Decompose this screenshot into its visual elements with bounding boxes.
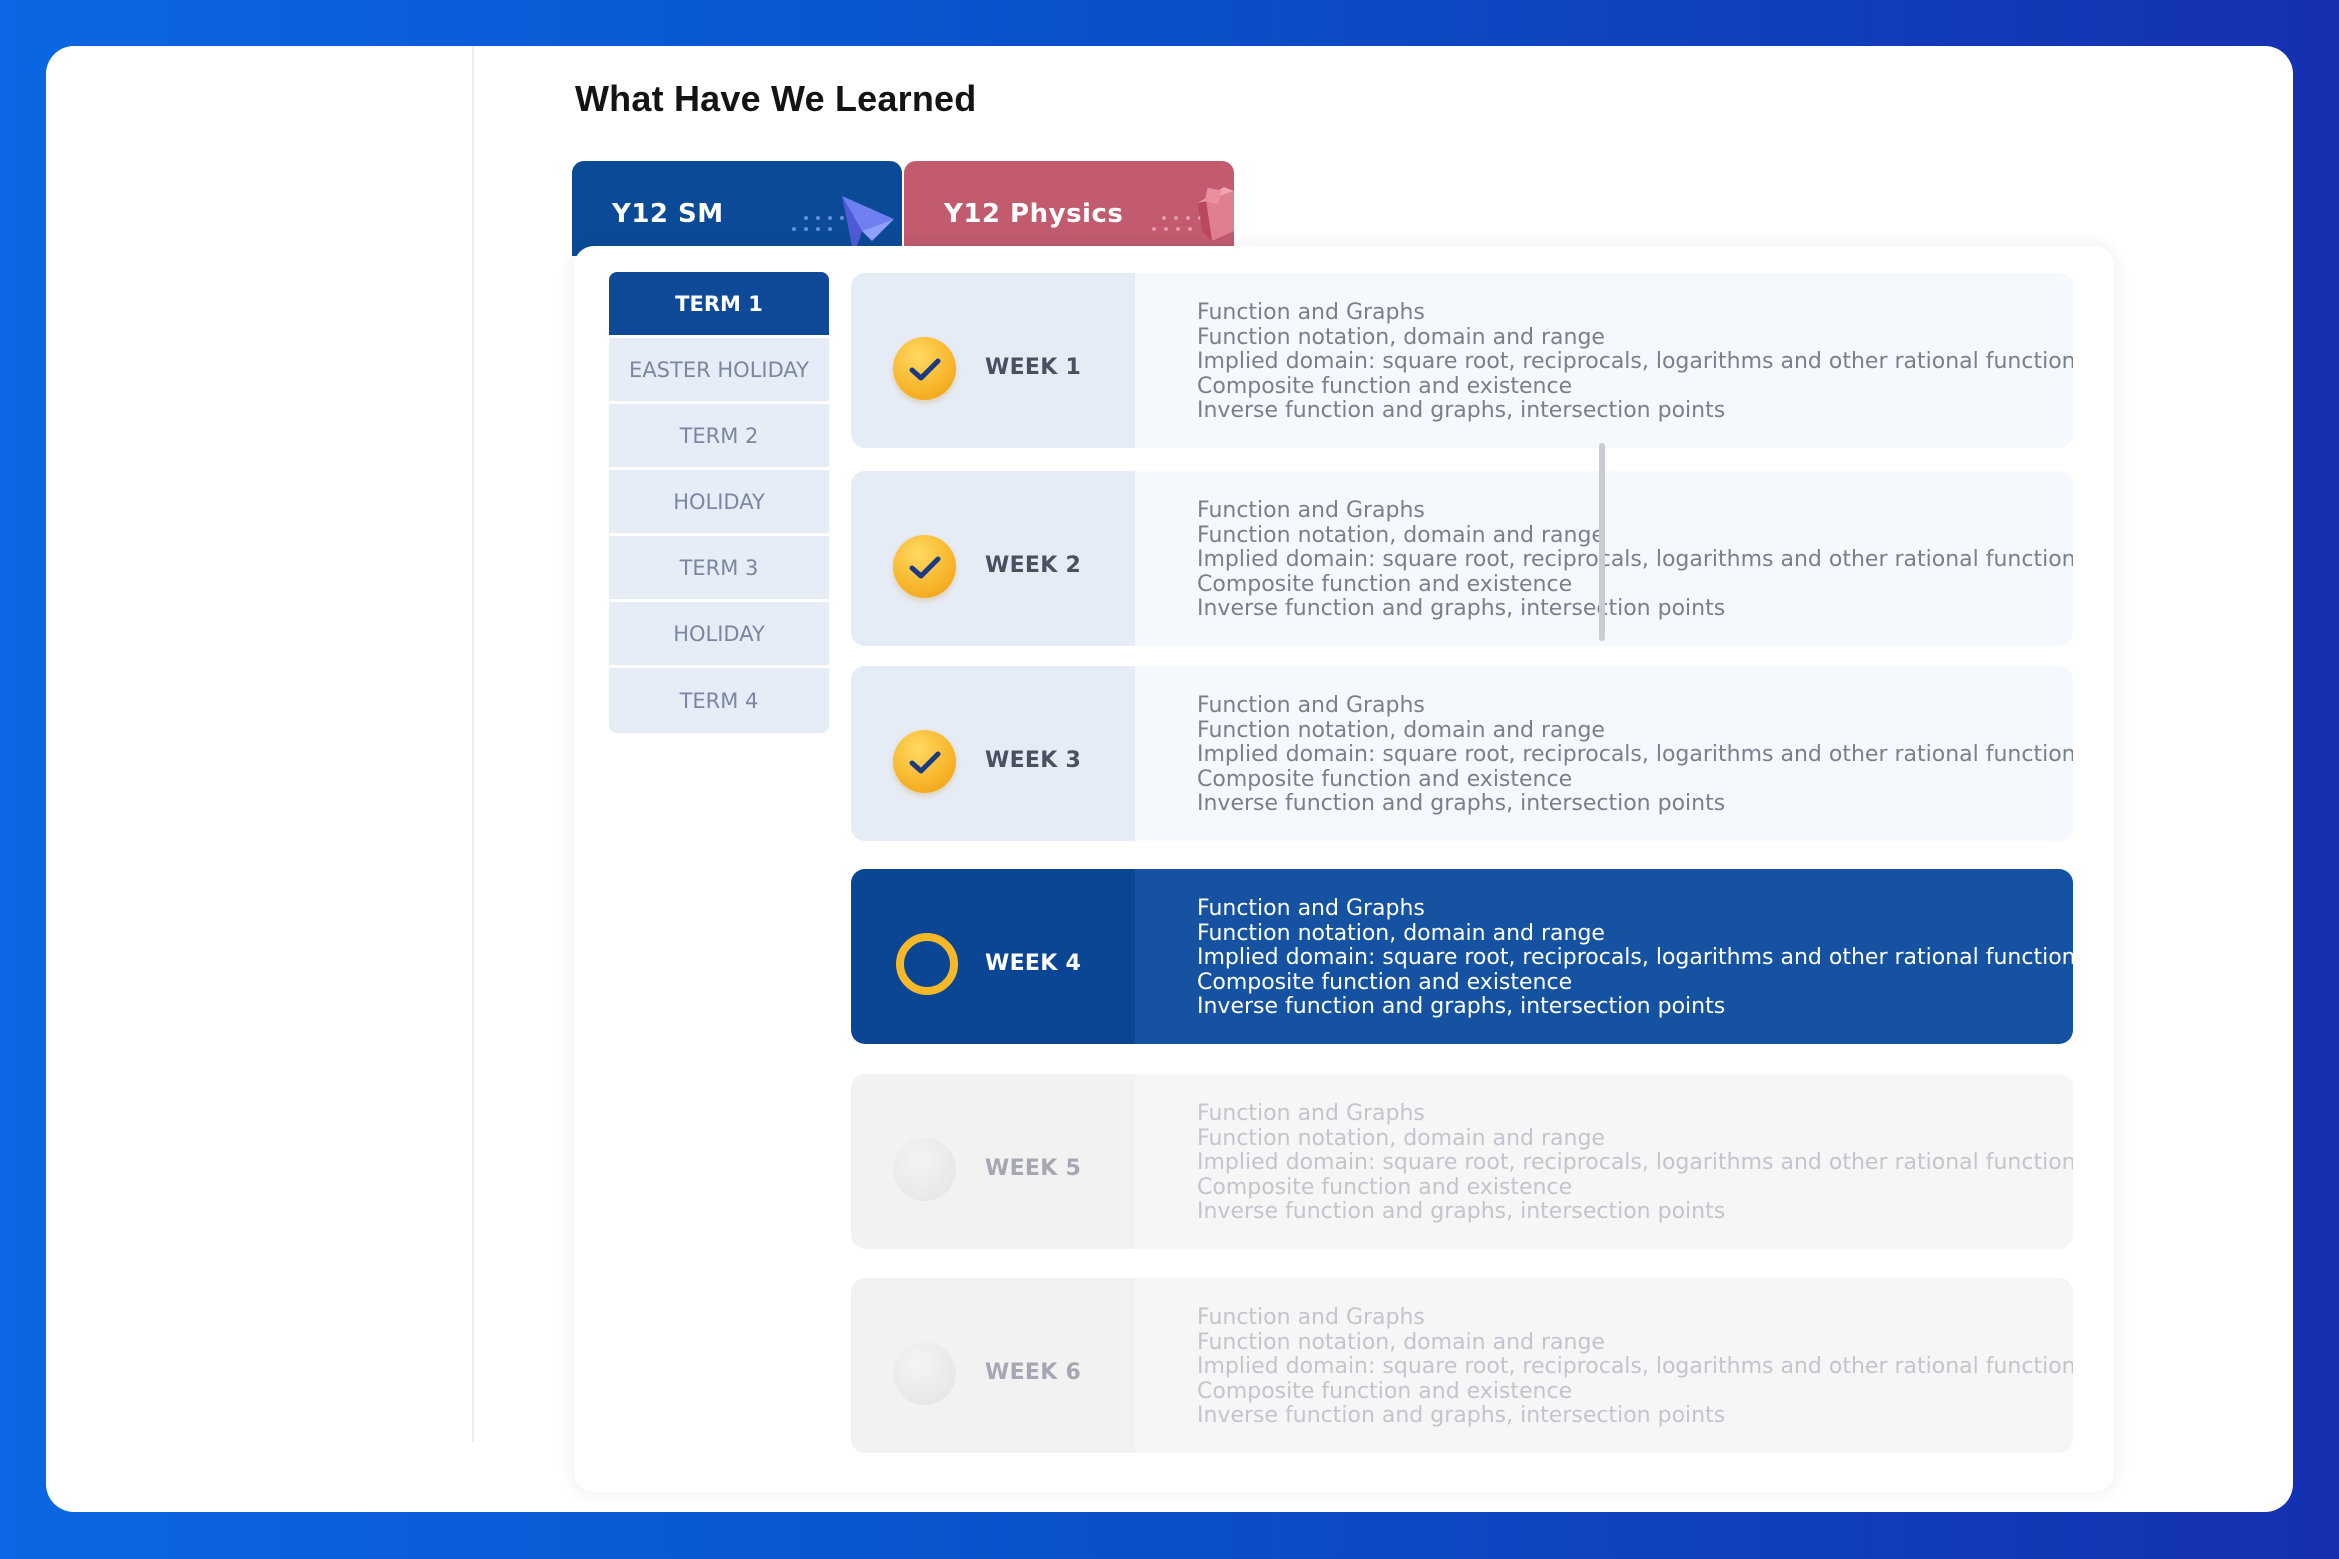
tab-y12-physics[interactable]: Y12 Physics <box>904 161 1234 256</box>
week-label: WEEK 2 <box>985 553 1082 578</box>
term-item-holiday[interactable]: HOLIDAY <box>609 470 829 533</box>
page-title: What Have We Learned <box>575 78 977 119</box>
topic-item: Function notation, domain and range <box>1197 522 1605 548</box>
checkmark-icon <box>893 730 956 793</box>
week-header: WEEK 5 <box>851 1074 1135 1249</box>
topic-item: Function notation, domain and range <box>1197 1329 1605 1355</box>
term-item-term-4[interactable]: TERM 4 <box>609 668 829 733</box>
week-header: WEEK 1 <box>851 273 1135 448</box>
term-item-easter-holiday[interactable]: EASTER HOLIDAY <box>609 338 829 401</box>
week-label: WEEK 4 <box>985 951 1082 976</box>
topic-item: Function and Graphs <box>1197 300 1425 325</box>
topic-item: Composite function and existence <box>1197 571 1573 597</box>
week-card[interactable]: WEEK 6 Function and Graphs Function nota… <box>851 1278 2073 1453</box>
week-header: WEEK 6 <box>851 1278 1135 1453</box>
topic-item: Function and Graphs <box>1197 1305 1425 1330</box>
week-card[interactable]: WEEK 3 Function and Graphs Function nota… <box>851 666 2073 841</box>
topic-item: Inverse function and graphs, intersectio… <box>1197 1403 1726 1429</box>
term-list: TERM 1 EASTER HOLIDAY TERM 2 HOLIDAY TER… <box>609 272 829 736</box>
topic-item: Inverse function and graphs, intersectio… <box>1197 994 1726 1020</box>
curriculum-panel: TERM 1 EASTER HOLIDAY TERM 2 HOLIDAY TER… <box>574 246 2114 1492</box>
week-header: WEEK 4 <box>851 869 1135 1044</box>
topic-item: Implied domain: square root, reciprocals… <box>1197 742 2073 768</box>
tab-y12-sm[interactable]: Y12 SM <box>572 161 902 256</box>
checkmark-icon <box>893 535 956 598</box>
week-label: WEEK 6 <box>985 1360 1082 1385</box>
topic-item: Function notation, domain and range <box>1197 717 1605 743</box>
topic-item: Function and Graphs <box>1197 1101 1425 1126</box>
main-card: What Have We Learned Y12 SM Y12 Physics <box>46 46 2293 1512</box>
topic-item: Function notation, domain and range <box>1197 1125 1605 1151</box>
week-label: WEEK 5 <box>985 1156 1082 1181</box>
topic-item: Composite function and existence <box>1197 373 1573 399</box>
term-item-holiday[interactable]: HOLIDAY <box>609 602 829 665</box>
week-card[interactable]: WEEK 5 Function and Graphs Function nota… <box>851 1074 2073 1249</box>
topic-item: Function and Graphs <box>1197 896 1425 921</box>
term-item-term-1[interactable]: TERM 1 <box>609 272 829 335</box>
in-progress-ring-icon <box>896 933 958 995</box>
week-label: WEEK 1 <box>985 355 1082 380</box>
week-topics: Function and Graphs Function notation, d… <box>1135 666 2073 841</box>
topic-item: Function and Graphs <box>1197 498 1425 523</box>
week-topics: Function and Graphs Function notation, d… <box>1135 869 2073 1044</box>
topic-item: Inverse function and graphs, intersectio… <box>1197 596 1726 622</box>
topic-item: Composite function and existence <box>1197 969 1573 995</box>
topic-item: Inverse function and graphs, intersectio… <box>1197 791 1726 817</box>
topic-item: Composite function and existence <box>1197 766 1573 792</box>
topic-item: Composite function and existence <box>1197 1378 1573 1404</box>
topic-item: Composite function and existence <box>1197 1174 1573 1200</box>
checkmark-icon <box>893 337 956 400</box>
topic-item: Implied domain: square root, reciprocals… <box>1197 945 2073 971</box>
week-topics: Function and Graphs Function notation, d… <box>1135 273 2073 448</box>
topic-item: Implied domain: square root, reciprocals… <box>1197 1150 2073 1176</box>
topic-item: Implied domain: square root, reciprocals… <box>1197 1354 2073 1380</box>
topic-item: Function notation, domain and range <box>1197 920 1605 946</box>
topic-item: Implied domain: square root, reciprocals… <box>1197 547 2073 573</box>
term-item-term-2[interactable]: TERM 2 <box>609 404 829 467</box>
topic-item: Inverse function and graphs, intersectio… <box>1197 1199 1726 1225</box>
week-card-current[interactable]: WEEK 4 Function and Graphs Function nota… <box>851 869 2073 1044</box>
pending-circle-icon <box>893 1138 956 1201</box>
topic-item: Function notation, domain and range <box>1197 324 1605 350</box>
week-topics: Function and Graphs Function notation, d… <box>1135 1074 2073 1249</box>
tab-label: Y12 SM <box>612 199 724 229</box>
week-topics: Function and Graphs Function notation, d… <box>1135 1278 2073 1453</box>
topic-item: Implied domain: square root, reciprocals… <box>1197 349 2073 375</box>
term-item-term-3[interactable]: TERM 3 <box>609 536 829 599</box>
week-header: WEEK 2 <box>851 471 1135 646</box>
paper-plane-icon <box>792 196 894 256</box>
week-header: WEEK 3 <box>851 666 1135 841</box>
pending-circle-icon <box>893 1342 956 1405</box>
cube-icon <box>1152 187 1234 241</box>
topic-item: Inverse function and graphs, intersectio… <box>1197 398 1726 424</box>
week-card[interactable]: WEEK 2 Function and Graphs Function nota… <box>851 471 2073 646</box>
sidebar-divider <box>472 46 474 1442</box>
week-card[interactable]: WEEK 1 Function and Graphs Function nota… <box>851 273 2073 448</box>
scrollbar-thumb[interactable] <box>1599 443 1605 641</box>
topic-item: Function and Graphs <box>1197 693 1425 718</box>
week-label: WEEK 3 <box>985 748 1082 773</box>
